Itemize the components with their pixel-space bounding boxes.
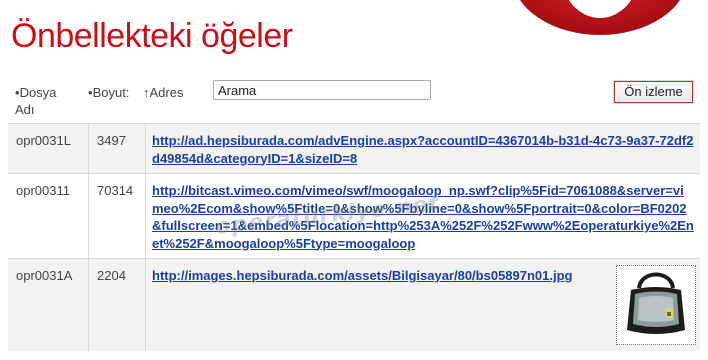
table-row: opr00311 70314 http://bitcast.vimeo.com/… [8, 173, 700, 259]
sort-by-filename[interactable]: •Dosya Adı [15, 84, 75, 118]
filename-cell: opr00311 [8, 173, 89, 259]
sort-address-label: Adres [149, 85, 184, 100]
filename-cell: opr0031A [8, 258, 89, 351]
opera-logo-icon [520, 0, 680, 35]
cache-item-link[interactable]: http://ad.hepsiburada.com/advEngine.aspx… [152, 133, 694, 166]
table-row: opr0031L 3497 http://ad.hepsiburada.com/… [8, 123, 700, 174]
cache-item-link[interactable]: http://bitcast.vimeo.com/vimeo/swf/mooga… [152, 183, 694, 251]
table-row: opr0031A 2204 http://images.hepsiburada.… [8, 258, 700, 351]
page-title: Önbellekteki öğeler [11, 17, 293, 55]
size-cell: 70314 [88, 173, 146, 259]
laptop-bag-image [627, 272, 685, 334]
sort-size-label: Boyut: [92, 85, 130, 100]
cache-item-link[interactable]: http://images.hepsiburada.com/assets/Bil… [152, 268, 573, 283]
preview-button[interactable]: Ön izleme [613, 80, 694, 104]
thumbnail-preview[interactable] [616, 265, 696, 345]
cache-table: opr0031L 3497 http://ad.hepsiburada.com/… [8, 123, 700, 351]
address-cell: http://ad.hepsiburada.com/advEngine.aspx… [145, 123, 700, 174]
address-cell: http://images.hepsiburada.com/assets/Bil… [145, 258, 700, 351]
size-cell: 3497 [88, 123, 146, 174]
search-input[interactable] [213, 80, 431, 100]
address-cell: http://bitcast.vimeo.com/vimeo/swf/mooga… [145, 173, 700, 259]
sort-by-address[interactable]: ↑Adres [143, 84, 183, 101]
sort-filename-label: Dosya Adı [15, 85, 57, 117]
size-cell: 2204 [88, 258, 146, 351]
sort-by-size[interactable]: •Boyut: [88, 84, 129, 101]
filename-cell: opr0031L [8, 123, 89, 174]
